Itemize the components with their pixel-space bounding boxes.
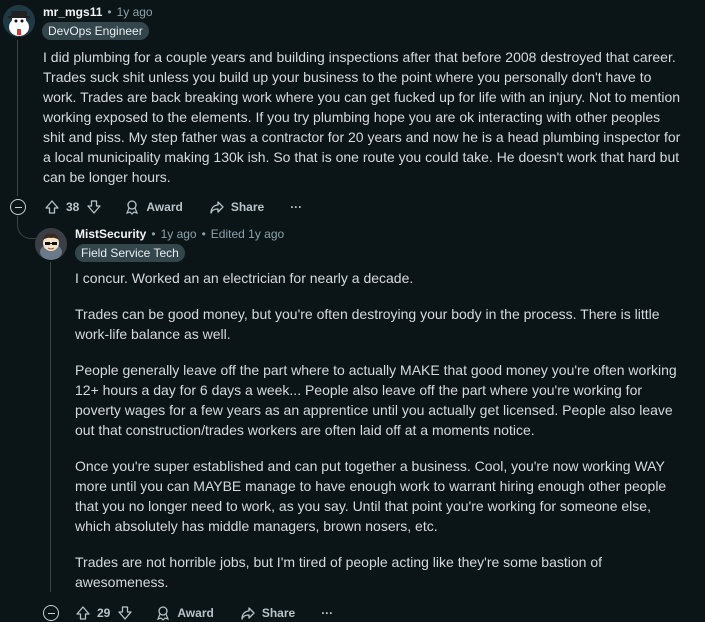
more-icon: ··· <box>290 200 303 214</box>
upvote-icon <box>76 606 90 620</box>
upvote-button[interactable] <box>44 199 60 215</box>
share-icon <box>210 201 224 214</box>
share-button[interactable]: Share <box>240 605 295 621</box>
comment-paragraph: Trades are not horrible jobs, but I'm ti… <box>75 554 602 590</box>
award-icon <box>157 606 170 621</box>
more-button[interactable]: ··· <box>321 606 333 620</box>
user-flair: Field Service Tech <box>75 244 185 262</box>
separator: • <box>151 227 156 241</box>
collapse-icon[interactable] <box>43 605 59 621</box>
thread-line[interactable] <box>17 40 18 196</box>
comment-actions: 29 Award Share ··· <box>75 604 333 622</box>
more-button[interactable]: ··· <box>290 200 302 214</box>
avatar[interactable] <box>3 5 35 37</box>
username[interactable]: MistSecurity <box>75 227 146 241</box>
avatar[interactable] <box>35 228 67 260</box>
collapse-icon[interactable] <box>10 199 26 215</box>
separator: • <box>201 227 206 241</box>
award-label: Award <box>177 606 214 620</box>
award-button[interactable]: Award <box>124 199 183 215</box>
downvote-icon <box>118 606 133 620</box>
downvote-button[interactable] <box>86 199 102 215</box>
comment-actions: 38 Award Share ··· <box>44 198 302 216</box>
username[interactable]: mr_mgs11 <box>43 5 102 19</box>
timestamp[interactable]: 1y ago <box>117 5 153 19</box>
comment-meta: MistSecurity • 1y ago • Edited 1y ago <box>75 227 284 241</box>
more-icon: ··· <box>321 606 334 620</box>
avatar-image <box>35 228 67 260</box>
comment-paragraph: Trades can be good money, but you're oft… <box>75 306 660 342</box>
edited-label: Edited 1y ago <box>210 227 285 241</box>
upvote-icon <box>45 200 59 214</box>
vote-count: 29 <box>97 606 111 620</box>
upvote-button[interactable] <box>75 605 91 621</box>
share-label: Share <box>230 200 265 214</box>
comment-paragraph: Once you're super established and can pu… <box>75 458 667 534</box>
separator: • <box>107 5 112 19</box>
avatar-image <box>3 5 35 37</box>
user-flair: DevOps Engineer <box>42 22 149 40</box>
award-label: Award <box>146 200 183 214</box>
vote-count: 38 <box>66 200 80 214</box>
comment-paragraph: I did plumbing for a couple years and bu… <box>43 49 681 185</box>
comment-paragraph: People generally leave off the part wher… <box>75 362 677 438</box>
share-label: Share <box>261 606 296 620</box>
downvote-icon <box>87 200 102 214</box>
award-button[interactable]: Award <box>155 605 214 621</box>
reply-thread-line[interactable] <box>50 262 51 592</box>
award-icon <box>126 200 139 215</box>
timestamp[interactable]: 1y ago <box>161 227 197 241</box>
share-button[interactable]: Share <box>209 199 264 215</box>
comment-meta: mr_mgs11 • 1y ago <box>43 5 153 19</box>
comment-body: I concur. Worked an an electrician for n… <box>75 268 683 608</box>
comment-body: I did plumbing for a couple years and bu… <box>43 47 683 203</box>
comment-paragraph: I concur. Worked an an electrician for n… <box>75 270 414 286</box>
share-icon <box>241 607 255 620</box>
downvote-button[interactable] <box>117 605 133 621</box>
